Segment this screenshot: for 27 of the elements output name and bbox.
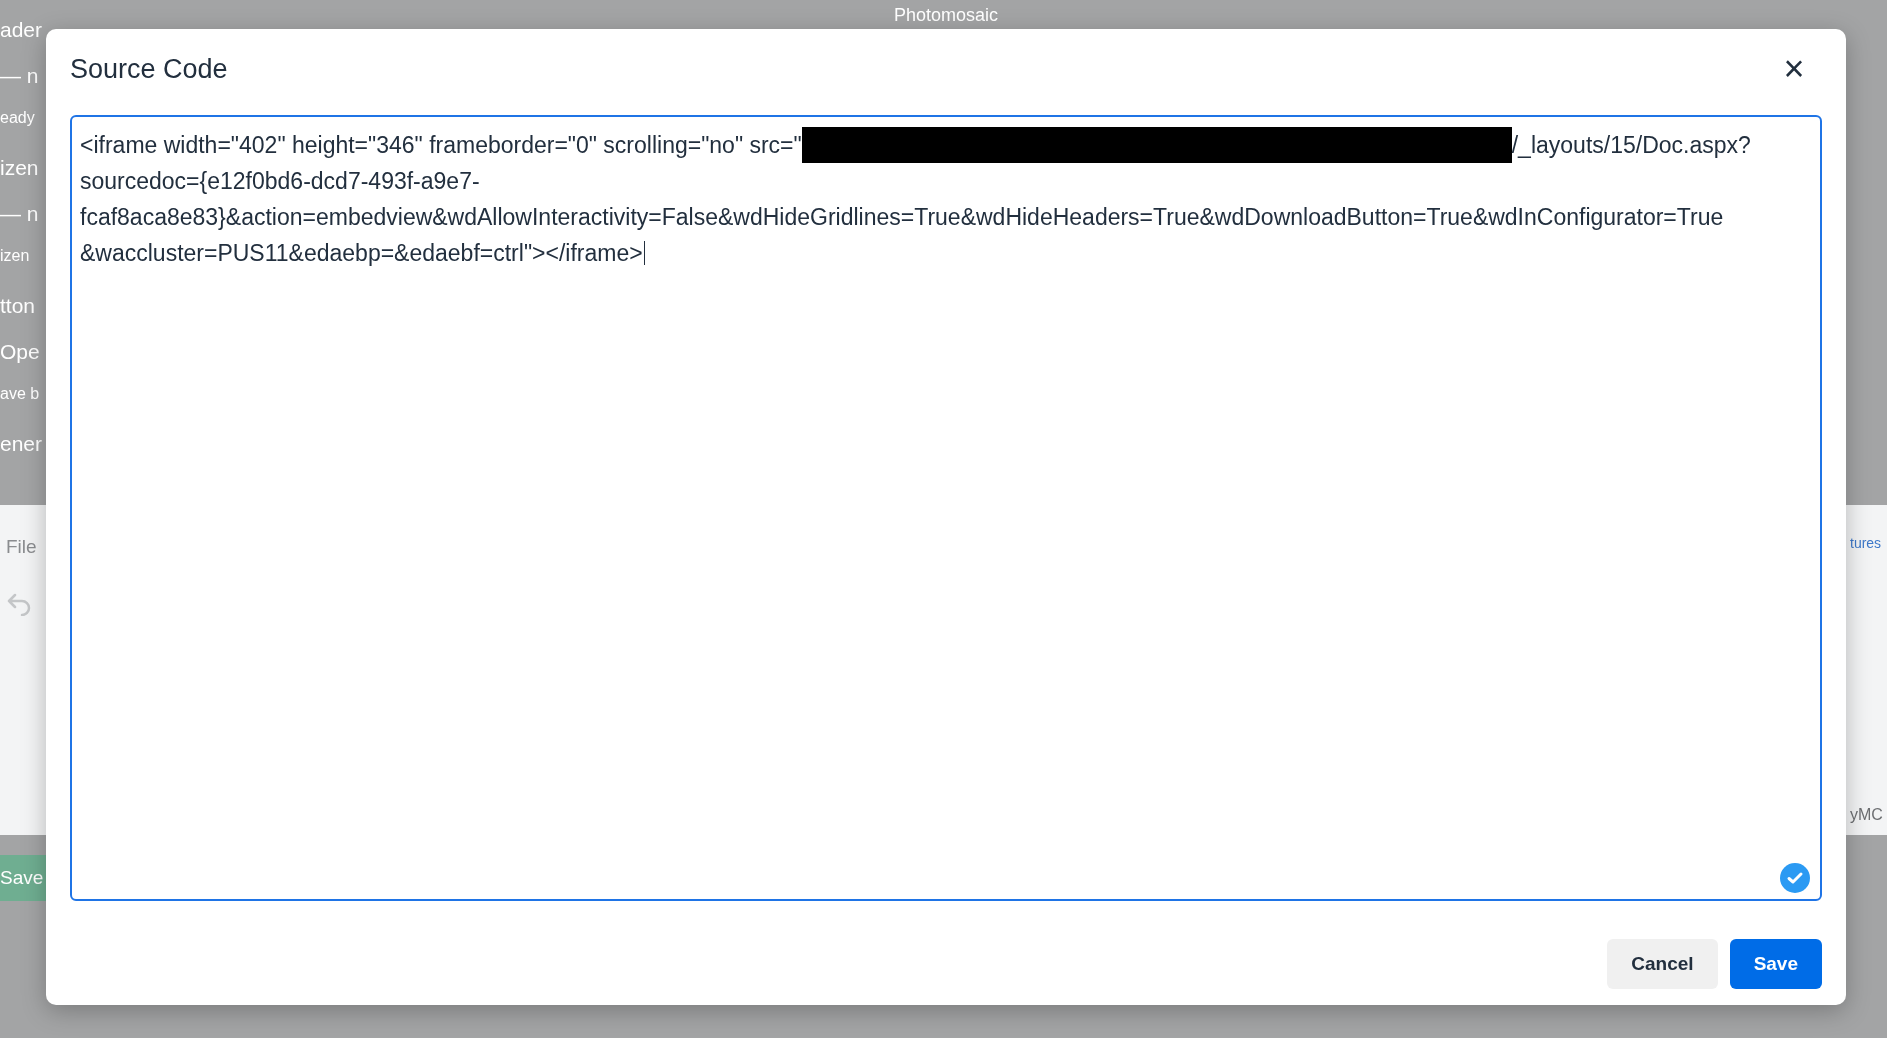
background-label: ader bbox=[0, 17, 44, 43]
background-label: yMC bbox=[1850, 805, 1884, 825]
close-button[interactable]: × bbox=[1778, 51, 1810, 87]
background-label: izen bbox=[0, 246, 31, 266]
background-label: Ope bbox=[0, 339, 41, 365]
code-editor-field[interactable] bbox=[70, 115, 1822, 901]
code-text: <iframe width="402" height="346" frameborder="0" scrolling="no" src=" bbox=[80, 131, 802, 160]
code-text: &waccluster=PUS11&edaebp=&edaebf=ctrl"></iframe> bbox=[80, 239, 643, 268]
code-text: sourcedoc={e12f0bd6-dcd7-493f-a9e7- bbox=[80, 167, 480, 196]
text-cursor bbox=[643, 241, 646, 265]
file-label: File bbox=[6, 535, 38, 559]
background-heading: Photomosaic bbox=[893, 4, 999, 26]
cancel-button[interactable]: Cancel bbox=[1607, 939, 1718, 989]
background-label: — n bbox=[0, 63, 40, 89]
background-save-label: Save bbox=[0, 865, 44, 890]
dialog-title: Source Code bbox=[70, 52, 228, 86]
code-text: fcaf8aca8e83}&action=embedview&wdAllowInteractivity=False&wdHideGridlines=True&wdHideHeaders=True&wdDownloadButton=True&wdInConfigurator=True bbox=[80, 203, 1724, 232]
background-label: — n bbox=[0, 201, 40, 227]
code-text: /_layouts/15/Doc.aspx? bbox=[1511, 131, 1751, 160]
background-label: eady bbox=[0, 108, 36, 128]
background-label: ave b bbox=[0, 384, 41, 404]
background-tab-label: tures bbox=[1850, 534, 1883, 553]
background-label: ener bbox=[0, 431, 44, 457]
background-label: tton bbox=[0, 293, 37, 319]
save-button[interactable]: Save bbox=[1729, 939, 1822, 989]
undo-icon bbox=[6, 591, 32, 616]
background-label: izen bbox=[0, 155, 40, 181]
